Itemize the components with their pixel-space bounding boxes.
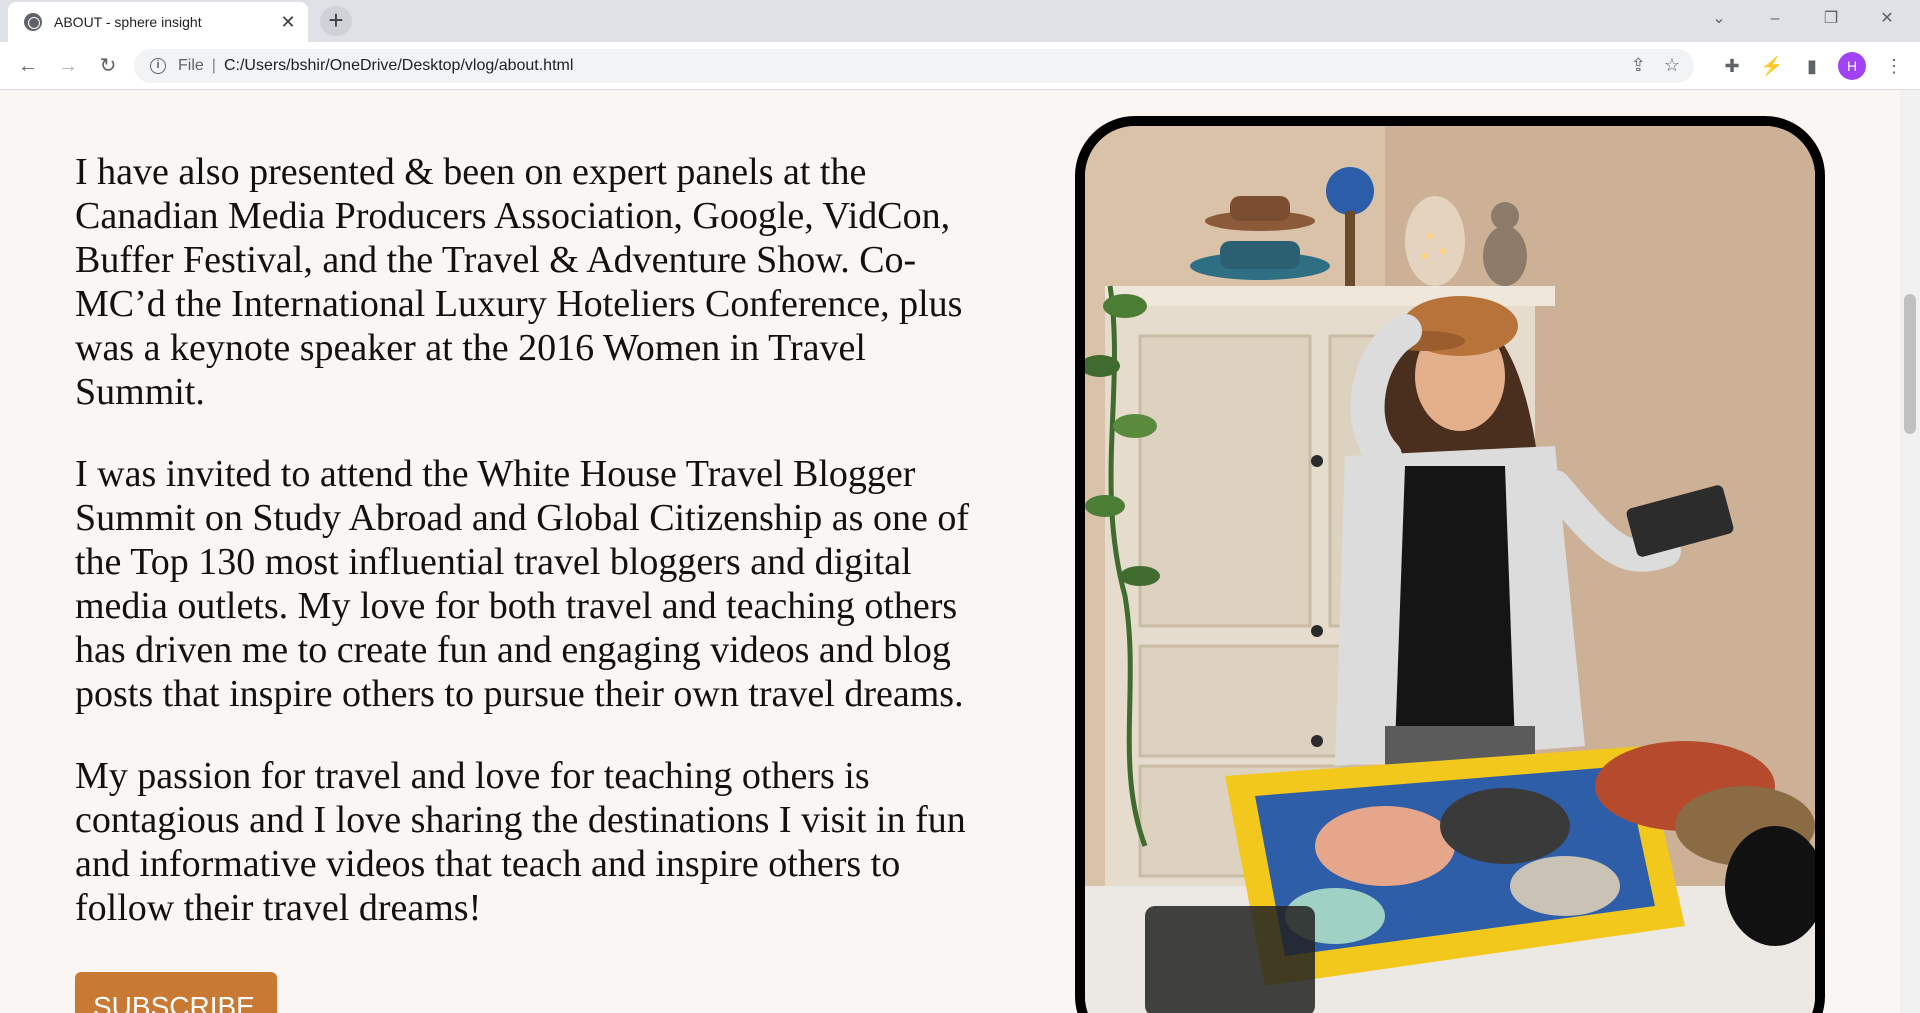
about-text: I have also presented & been on expert p… <box>75 150 995 968</box>
share-icon[interactable]: ⇪ <box>1631 55 1646 76</box>
puzzle-icon[interactable]: ✚ <box>1716 50 1748 82</box>
tab-title: ABOUT - sphere insight <box>54 14 202 30</box>
forward-icon[interactable]: → <box>52 50 84 82</box>
chevron-down-icon[interactable]: ⌄ <box>1696 0 1742 42</box>
url-scheme: File <box>178 57 204 74</box>
scrollbar-thumb[interactable] <box>1904 294 1916 434</box>
browser-toolbar: ← → ↻ i File | C:/Users/bshir/OneDrive/D… <box>0 42 1920 90</box>
paragraph-3: My passion for travel and love for teach… <box>75 755 966 929</box>
photo-illustration <box>1085 126 1815 1013</box>
paragraph-2: I was invited to attend the White House … <box>75 453 969 715</box>
reload-icon[interactable]: ↻ <box>92 50 124 82</box>
sidepanel-icon[interactable]: ▮ <box>1796 50 1828 82</box>
menu-icon[interactable]: ⋮ <box>1878 50 1910 82</box>
page-scrollbar[interactable] <box>1900 90 1920 1013</box>
window-close-button[interactable]: ✕ <box>1864 0 1910 42</box>
info-icon[interactable]: i <box>150 58 166 74</box>
star-icon[interactable]: ☆ <box>1664 55 1680 76</box>
profile-photo <box>1075 116 1825 1013</box>
page-content: I have also presented & been on expert p… <box>0 90 1900 1013</box>
extension-icon[interactable]: ⚡ <box>1756 50 1788 82</box>
paragraph-1: I have also presented & been on expert p… <box>75 151 963 413</box>
close-icon[interactable]: ✕ <box>278 12 298 32</box>
subscribe-button[interactable]: SUBSCRIBE <box>75 972 277 1013</box>
new-tab-button[interactable]: + <box>320 6 352 36</box>
back-icon[interactable]: ← <box>12 50 44 82</box>
browser-tab[interactable]: ABOUT - sphere insight ✕ <box>8 2 308 42</box>
url-separator: | <box>211 57 216 74</box>
globe-icon <box>24 13 42 31</box>
avatar[interactable]: H <box>1838 52 1866 80</box>
minimize-button[interactable]: – <box>1752 0 1798 42</box>
tab-strip: ABOUT - sphere insight ✕ + ⌄ – ❐ ✕ <box>0 0 1920 42</box>
restore-button[interactable]: ❐ <box>1808 0 1854 42</box>
address-bar[interactable]: i File | C:/Users/bshir/OneDrive/Desktop… <box>134 49 1694 83</box>
url-text[interactable]: C:/Users/bshir/OneDrive/Desktop/vlog/abo… <box>224 57 573 75</box>
